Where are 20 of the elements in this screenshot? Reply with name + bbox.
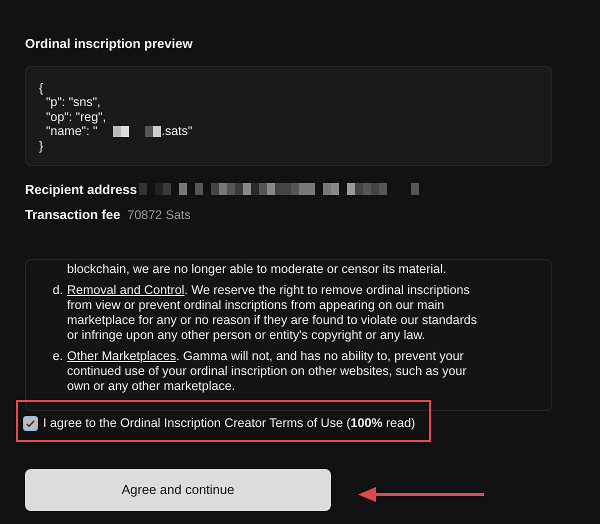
agree-button[interactable]: Agree and continue bbox=[25, 469, 331, 511]
code-line: "name": " bbox=[44, 124, 98, 138]
section-title: Ordinal inscription preview bbox=[25, 35, 194, 53]
agree-label: I agree to the Ordinal Inscription Creator Terms of Use (100% read) bbox=[43, 415, 416, 432]
check-icon bbox=[25, 418, 36, 429]
recipient-label: Recipient address bbox=[25, 180, 137, 199]
code-line: .sats" bbox=[161, 124, 192, 138]
code-line: "p": "sns", bbox=[44, 95, 101, 110]
terms-text: Removal and Control. We reserve the right to remove ordinal inscriptions from view or prevent ordinal inscriptions from appearing on our main marketplace for any or no reason if they are found to violate our standards or infringe upon any other person or entity's copyright or any law. bbox=[67, 282, 478, 343]
agree-checkbox[interactable] bbox=[23, 416, 38, 431]
list-marker: e. bbox=[52, 348, 64, 365]
fee-value: 70872 Sats bbox=[127, 207, 191, 224]
terms-text: blockchain, we are no longer able to moderate or censor its material. bbox=[67, 262, 448, 277]
code-line: { bbox=[39, 80, 44, 95]
terms-text: Other Marketplaces. Gamma will not, and has no ability to, prevent your continued use of your ordinal inscription on other websites, such as your own or any other marketplace. bbox=[67, 348, 468, 394]
list-marker: d. bbox=[52, 282, 64, 299]
fee-label: Transaction fee bbox=[25, 206, 120, 224]
code-line: "op": "reg", bbox=[44, 110, 106, 124]
code-line: } bbox=[39, 138, 44, 153]
arrow-icon bbox=[358, 486, 484, 503]
